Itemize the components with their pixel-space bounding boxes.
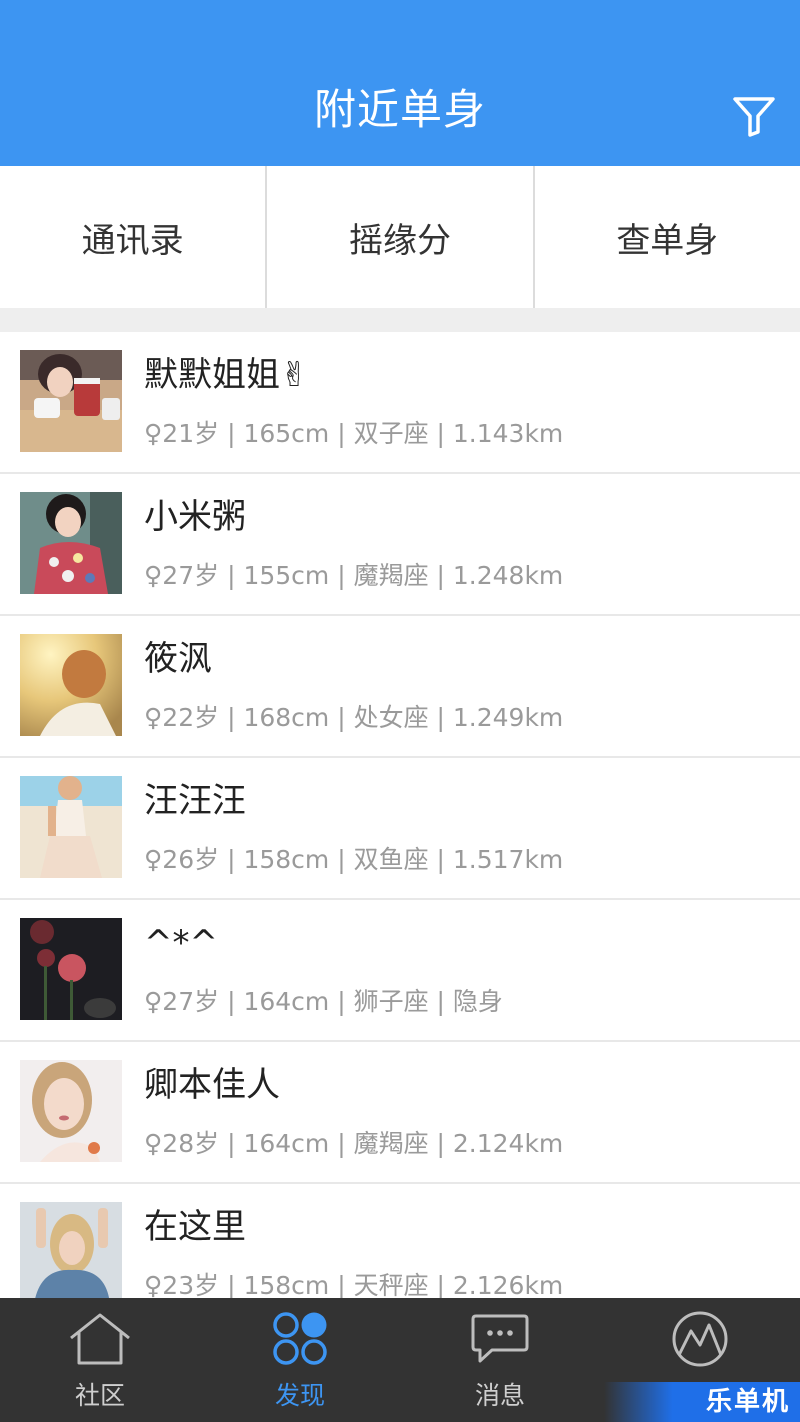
person-info: ♀28岁 | 164cm | 魔羯座 | 2.124km (144, 1129, 564, 1158)
avatar (20, 350, 122, 452)
person-name: 小米粥 (144, 497, 246, 537)
person-info: ♀23岁 | 158cm | 天秤座 | 2.126km (144, 1271, 564, 1298)
nav-messages[interactable]: 消息 (400, 1298, 600, 1422)
person-info: ♀26岁 | 158cm | 双鱼座 | 1.517km (144, 845, 564, 874)
person-name: 在这里 (144, 1207, 246, 1247)
filter-button[interactable] (730, 92, 778, 140)
watermark-logo: 乐单机 (604, 1382, 800, 1422)
feature-tabs: 通讯录 摇缘分 查单身 (0, 166, 800, 308)
person-list-item[interactable]: 卿本佳人 ♀28岁 | 164cm | 魔羯座 | 2.124km (0, 1042, 800, 1184)
person-list-item[interactable]: 小米粥 ♀27岁 | 155cm | 魔羯座 | 1.248km (0, 474, 800, 616)
nav-community[interactable]: 社区 (0, 1298, 200, 1422)
tab-shake[interactable]: 摇缘分 (265, 166, 532, 308)
person-name: ^*^ (144, 923, 218, 963)
person-list-item[interactable]: 筱沨 ♀22岁 | 168cm | 处女座 | 1.249km (0, 616, 800, 758)
page-title: 附近单身 (313, 85, 486, 134)
person-name: 默默姐姐✌ (144, 355, 309, 395)
nearby-people-list[interactable]: 默默姐姐✌ ♀21岁 | 165cm | 双子座 | 1.143km 小米粥 ♀… (0, 332, 800, 1298)
person-list-item[interactable]: 在这里 ♀23岁 | 158cm | 天秤座 | 2.126km (0, 1184, 800, 1298)
person-name: 卿本佳人 (144, 1065, 280, 1105)
woman-denim-jacket-photo (20, 1202, 122, 1298)
woman-in-sunlight-photo (20, 634, 122, 736)
discover-icon (267, 1310, 333, 1368)
nav-label: 社区 (74, 1381, 125, 1410)
avatar (20, 492, 122, 594)
person-list-item[interactable]: ^*^ ♀27岁 | 164cm | 狮子座 | 隐身 (0, 900, 800, 1042)
blonde-woman-portrait-photo (20, 1060, 122, 1162)
nav-label: 发现 (274, 1381, 325, 1410)
person-info: ♀27岁 | 155cm | 魔羯座 | 1.248km (144, 561, 564, 590)
person-info: ♀21岁 | 165cm | 双子座 | 1.143km (144, 419, 564, 448)
home-icon (67, 1310, 133, 1368)
person-info: ♀27岁 | 164cm | 狮子座 | 隐身 (144, 987, 503, 1016)
woman-floral-dress-photo (20, 492, 122, 594)
person-name: 汪汪汪 (144, 781, 246, 821)
person-list-item[interactable]: 默默姐姐✌ ♀21岁 | 165cm | 双子座 | 1.143km (0, 332, 800, 474)
filter-icon (733, 97, 775, 137)
avatar (20, 918, 122, 1020)
section-divider (0, 308, 800, 332)
person-name: 筱沨 (144, 639, 212, 679)
tab-contacts[interactable]: 通讯录 (0, 166, 265, 308)
woman-at-cafe-photo (20, 350, 122, 452)
avatar (20, 1202, 122, 1298)
avatar (20, 776, 122, 878)
person-list-item[interactable]: 汪汪汪 ♀26岁 | 158cm | 双鱼座 | 1.517km (0, 758, 800, 900)
message-icon (467, 1310, 533, 1368)
avatar (20, 1060, 122, 1162)
profile-icon (667, 1310, 733, 1368)
tab-search-singles[interactable]: 查单身 (532, 166, 800, 308)
app-header: 附近单身 (0, 0, 800, 166)
woman-on-beach-photo (20, 776, 122, 878)
nav-label: 消息 (474, 1381, 525, 1410)
nav-discover[interactable]: 发现 (200, 1298, 400, 1422)
roses-photo (20, 918, 122, 1020)
avatar (20, 634, 122, 736)
person-info: ♀22岁 | 168cm | 处女座 | 1.249km (144, 703, 564, 732)
